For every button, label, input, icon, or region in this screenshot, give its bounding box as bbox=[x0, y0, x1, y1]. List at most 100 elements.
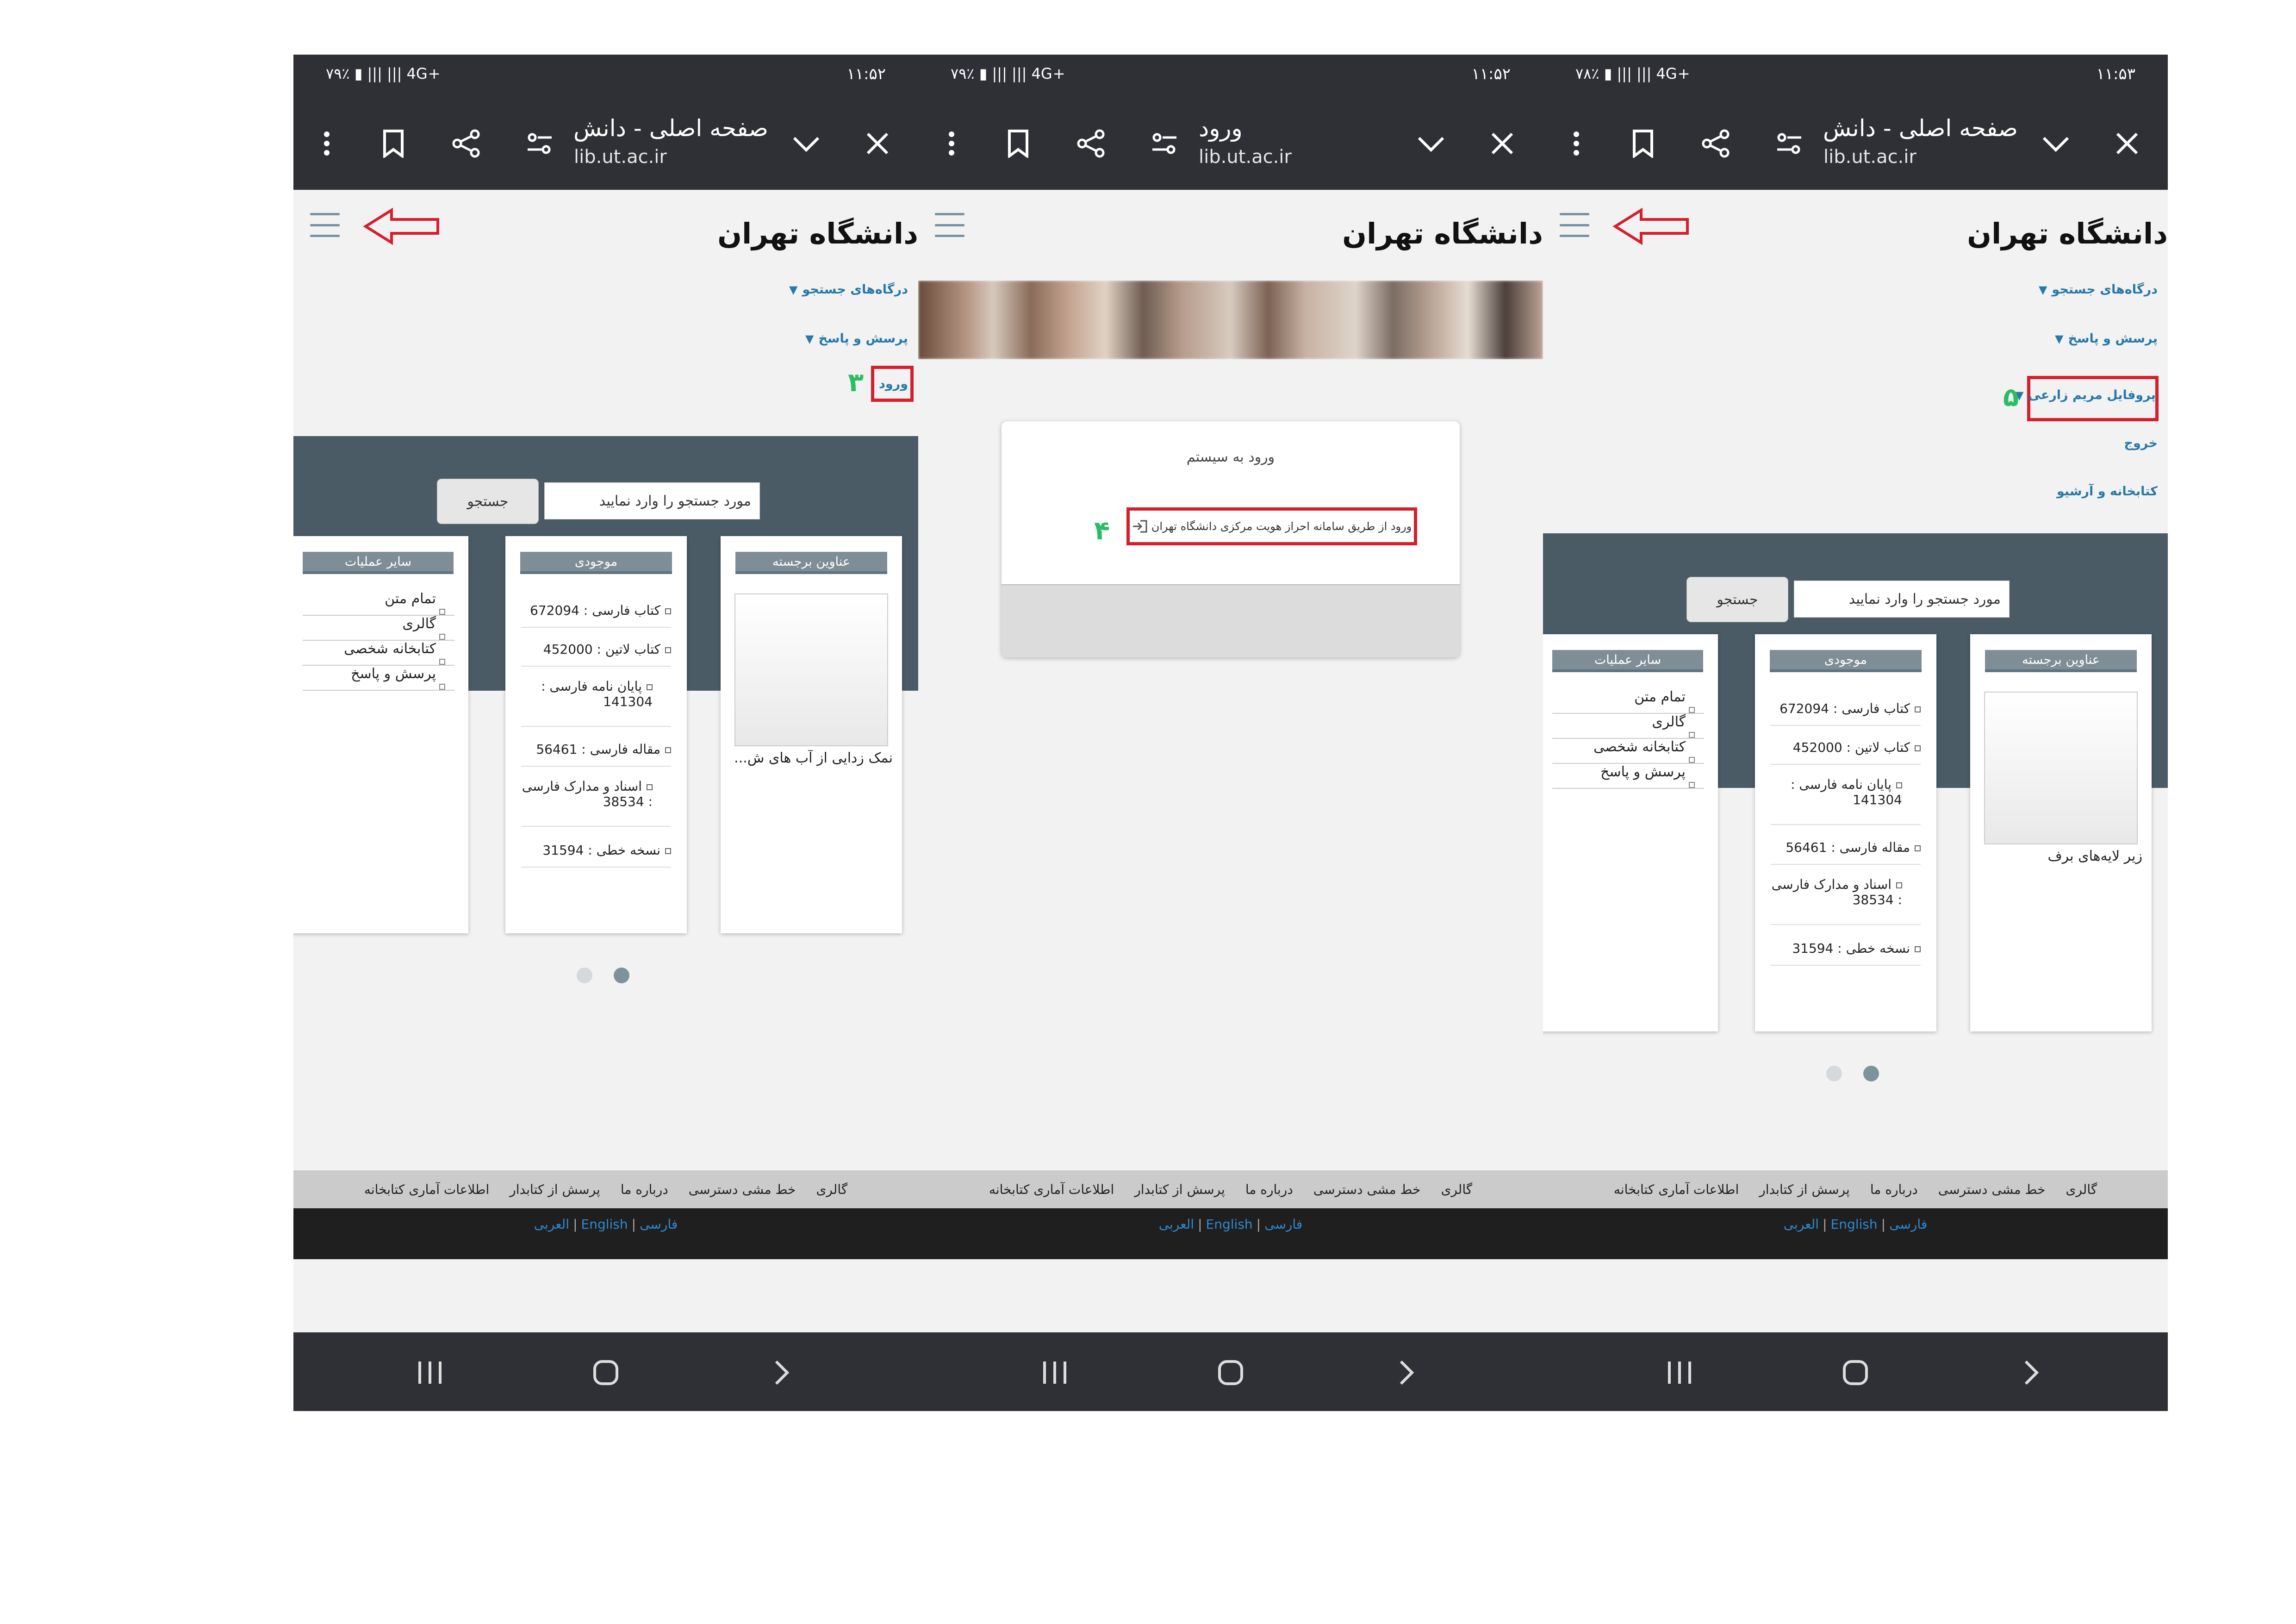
site-logo[interactable]: دانشگاه تهران bbox=[1342, 217, 1543, 250]
carousel-dot-active[interactable] bbox=[614, 968, 629, 983]
menu-search-portals[interactable]: درگاه‌های جستجو ▼ bbox=[789, 282, 908, 297]
recents-icon[interactable] bbox=[1659, 1352, 1700, 1393]
footer-link[interactable]: خط مشی دسترسی bbox=[1313, 1182, 1421, 1197]
menu-qa[interactable]: پرسش و پاسخ ▼ bbox=[2055, 331, 2158, 346]
sso-login-button[interactable]: ورود از طریق سامانه احراز هویت مرکزی دان… bbox=[1126, 507, 1417, 545]
site-logo[interactable]: دانشگاه تهران bbox=[717, 217, 918, 250]
carousel-dot[interactable] bbox=[577, 968, 592, 983]
featured-caption[interactable]: نمک زدایی از آب های ش... bbox=[730, 750, 893, 766]
stock-item[interactable]: کتاب لاتین : 452000 bbox=[1771, 730, 1921, 765]
close-icon[interactable] bbox=[1485, 126, 1520, 161]
lang-link[interactable]: فارسی bbox=[1889, 1217, 1927, 1259]
chevron-down-icon[interactable] bbox=[1413, 126, 1449, 161]
home-icon[interactable] bbox=[1210, 1352, 1251, 1393]
stock-item[interactable]: نسخه خطی : 31594 bbox=[1771, 931, 1921, 966]
search-input[interactable]: مورد جستجو را وارد نمایید bbox=[544, 482, 760, 519]
back-icon[interactable] bbox=[2010, 1352, 2052, 1393]
operation-item[interactable]: کتابخانه شخصی bbox=[303, 641, 454, 666]
stock-item[interactable]: اسناد و مدارک فارسی : 38534 bbox=[521, 771, 671, 827]
search-button[interactable]: جستجو bbox=[437, 479, 539, 524]
search-button[interactable]: جستجو bbox=[1686, 577, 1788, 622]
footer-link[interactable]: خط مشی دسترسی bbox=[689, 1182, 796, 1197]
logout-link[interactable]: خروج bbox=[2124, 436, 2158, 450]
footer-link[interactable]: اطلاعات آماری کتابخانه bbox=[989, 1182, 1114, 1197]
bookmark-icon[interactable] bbox=[1625, 126, 1661, 161]
hamburger-icon[interactable] bbox=[1560, 213, 1589, 237]
operation-item[interactable]: تمام متن bbox=[303, 591, 454, 616]
operation-item[interactable]: گالری bbox=[1552, 714, 1704, 739]
stock-item[interactable]: پایان نامه فارسی : 141304 bbox=[521, 671, 671, 727]
stock-item[interactable]: مقاله فارسی : 56461 bbox=[521, 731, 671, 767]
home-icon[interactable] bbox=[1835, 1352, 1876, 1393]
operation-item[interactable]: تمام متن bbox=[1552, 689, 1704, 714]
menu-qa[interactable]: پرسش و پاسخ ▼ bbox=[805, 331, 908, 346]
footer-link[interactable]: گالری bbox=[2066, 1182, 2097, 1197]
footer-link[interactable]: گالری bbox=[1441, 1182, 1472, 1197]
stock-item[interactable]: پایان نامه فارسی : 141304 bbox=[1771, 769, 1921, 825]
recents-icon[interactable] bbox=[409, 1352, 451, 1393]
stock-item[interactable]: کتاب فارسی : 672094 bbox=[521, 593, 671, 628]
featured-cover[interactable] bbox=[734, 593, 888, 746]
footer-link[interactable]: پرسش از کتابدار bbox=[510, 1182, 600, 1197]
share-icon[interactable] bbox=[1074, 126, 1109, 161]
lang-link[interactable]: English bbox=[581, 1217, 628, 1259]
menu-dots-icon[interactable] bbox=[934, 126, 969, 161]
lang-link[interactable]: English bbox=[1206, 1217, 1253, 1259]
profile-link[interactable]: پروفایل مریم زارعی ▼ bbox=[2015, 388, 2156, 402]
footer-link[interactable]: درباره ما bbox=[1870, 1182, 1918, 1197]
footer-link[interactable]: گالری bbox=[816, 1182, 847, 1197]
share-icon[interactable] bbox=[449, 126, 484, 161]
carousel-dot[interactable] bbox=[1826, 1066, 1842, 1081]
close-icon[interactable] bbox=[860, 126, 895, 161]
page-url[interactable]: lib.ut.ac.ir bbox=[1823, 146, 1916, 168]
hamburger-icon[interactable] bbox=[310, 213, 340, 237]
login-link[interactable]: ورود bbox=[879, 377, 908, 391]
lang-link[interactable]: English bbox=[1831, 1217, 1878, 1259]
operation-item[interactable]: کتابخانه شخصی bbox=[1552, 739, 1704, 764]
lang-link[interactable]: فارسی bbox=[640, 1217, 678, 1259]
footer-link[interactable]: خط مشی دسترسی bbox=[1938, 1182, 2046, 1197]
bookmark-icon[interactable] bbox=[376, 126, 411, 161]
back-icon[interactable] bbox=[761, 1352, 803, 1393]
footer-link[interactable]: اطلاعات آماری کتابخانه bbox=[364, 1182, 489, 1197]
lang-link[interactable]: العربی bbox=[1159, 1217, 1194, 1259]
stock-item[interactable]: کتاب لاتین : 452000 bbox=[521, 631, 671, 667]
stock-item[interactable]: کتاب فارسی : 672094 bbox=[1771, 691, 1921, 726]
chevron-down-icon[interactable] bbox=[2038, 126, 2073, 161]
filter-icon[interactable] bbox=[1147, 126, 1182, 161]
stock-item[interactable]: اسناد و مدارک فارسی : 38534 bbox=[1771, 869, 1921, 925]
search-input[interactable]: مورد جستجو را وارد نمایید bbox=[1794, 581, 2010, 618]
bookmark-icon[interactable] bbox=[1001, 126, 1036, 161]
filter-icon[interactable] bbox=[1772, 126, 1807, 161]
stock-item[interactable]: نسخه خطی : 31594 bbox=[521, 832, 671, 868]
stock-item[interactable]: مقاله فارسی : 56461 bbox=[1771, 830, 1921, 865]
recents-icon[interactable] bbox=[1034, 1352, 1076, 1393]
menu-library-archive[interactable]: کتابخانه و آرشیو bbox=[2057, 484, 2158, 499]
lang-link[interactable]: العربی bbox=[1784, 1217, 1819, 1259]
home-icon[interactable] bbox=[585, 1352, 627, 1393]
hamburger-icon[interactable] bbox=[935, 213, 964, 237]
site-logo[interactable]: دانشگاه تهران bbox=[1967, 217, 2168, 250]
featured-caption[interactable]: زیر لایه‌های برف bbox=[1979, 848, 2142, 864]
share-icon[interactable] bbox=[1699, 126, 1734, 161]
menu-search-portals[interactable]: درگاه‌های جستجو ▼ bbox=[2039, 282, 2158, 297]
operation-item[interactable]: پرسش و پاسخ bbox=[303, 666, 454, 691]
operation-item[interactable]: پرسش و پاسخ bbox=[1552, 764, 1704, 789]
menu-dots-icon[interactable] bbox=[1559, 126, 1594, 161]
featured-cover[interactable] bbox=[1984, 692, 2138, 844]
lang-link[interactable]: العربی bbox=[534, 1217, 569, 1259]
footer-link[interactable]: پرسش از کتابدار bbox=[1759, 1182, 1850, 1197]
close-icon[interactable] bbox=[2109, 126, 2145, 161]
lang-link[interactable]: فارسی bbox=[1264, 1217, 1302, 1259]
footer-link[interactable]: درباره ما bbox=[1245, 1182, 1293, 1197]
chevron-down-icon[interactable] bbox=[789, 126, 824, 161]
carousel-dot-active[interactable] bbox=[1863, 1066, 1879, 1081]
back-icon[interactable] bbox=[1386, 1352, 1427, 1393]
page-url[interactable]: lib.ut.ac.ir bbox=[574, 146, 667, 168]
footer-link[interactable]: پرسش از کتابدار bbox=[1134, 1182, 1225, 1197]
menu-dots-icon[interactable] bbox=[309, 126, 344, 161]
page-url[interactable]: lib.ut.ac.ir bbox=[1199, 146, 1292, 168]
footer-link[interactable]: درباره ما bbox=[621, 1182, 668, 1197]
operation-item[interactable]: گالری bbox=[303, 616, 454, 641]
filter-icon[interactable] bbox=[522, 126, 557, 161]
